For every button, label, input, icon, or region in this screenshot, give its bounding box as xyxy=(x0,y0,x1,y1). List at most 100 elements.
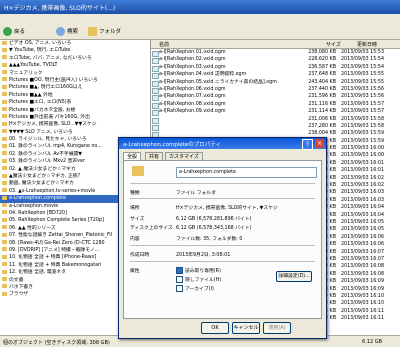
file-row[interactable]: 237,280 KB 2013/09/03 15:58 xyxy=(151,123,400,131)
folder-icon xyxy=(2,284,7,289)
tree-item[interactable]: ▲▲▲YouTube, TVDLT xyxy=(0,62,150,69)
file-name: a-l[RahXephon.04.vxid 説明抜粋.ogm xyxy=(159,72,247,78)
folder-icon xyxy=(2,173,7,178)
file-name: a-l[RahXephon.06.vxid.ogm xyxy=(159,86,226,92)
file-date: 2013/09/03 16:10 xyxy=(341,301,384,307)
tree-item[interactable]: ▼▼▼▼ SLO アニメ, いろいろ xyxy=(0,129,150,136)
file-date: 2013/09/03 16:10 xyxy=(341,293,384,299)
column-date[interactable]: 更新日時 xyxy=(357,41,377,48)
tree-item[interactable]: マニュアリック xyxy=(0,70,150,77)
file-date: 2013/09/03 16:04 xyxy=(341,212,384,218)
folder-icon xyxy=(2,84,7,89)
file-date: 2013/09/03 16:09 xyxy=(341,286,384,292)
readonly-checkbox[interactable]: 読み取り専用(R) xyxy=(176,267,221,274)
file-date: 2013/09/03 16:03 xyxy=(341,197,384,203)
divider xyxy=(130,245,315,246)
file-date: 2013/09/03 15:55 xyxy=(341,79,384,85)
tree-item[interactable]: エロTube, ババ, アニメ, なだいろいろ xyxy=(0,55,150,62)
file-date: 2013/09/03 16:02 xyxy=(341,183,384,189)
file-date: 2013/09/03 16:08 xyxy=(341,264,384,270)
tree-item[interactable]: Pictures ■エロ, エロ(N5)系 xyxy=(0,99,150,106)
file-date: 2013/09/03 15:56 xyxy=(341,86,384,92)
file-date: 2013/09/03 15:54 xyxy=(341,57,384,63)
location-label: 場所 xyxy=(130,206,140,211)
help-button[interactable]: ? xyxy=(302,139,313,150)
file-date: 2013/09/03 16:09 xyxy=(341,279,384,285)
file-size: 243,404 KB xyxy=(308,79,336,85)
column-name[interactable]: 名前 xyxy=(159,41,169,48)
advanced-button[interactable]: 詳細設定(D)... xyxy=(276,271,312,282)
file-date: 2013/09/03 16:11 xyxy=(341,308,384,314)
folder-icon xyxy=(2,277,7,281)
toolbar: 戻る 検索 フォルダ xyxy=(0,23,400,40)
file-date: 2013/09/03 15:54 xyxy=(341,64,384,70)
folder-icon xyxy=(2,232,7,237)
folder-icon xyxy=(2,143,7,148)
file-size: 237,440 KB xyxy=(308,86,336,92)
folder-icon xyxy=(2,92,7,97)
folder-icon xyxy=(2,70,7,75)
tree-item[interactable]: Pictures ■▲▲ 外地 xyxy=(0,92,150,99)
archive-checkbox[interactable]: アーカイブ(I) xyxy=(176,285,214,292)
folder-icon xyxy=(2,121,7,126)
file-date: 2013/09/03 16:05 xyxy=(341,227,384,233)
back-button[interactable]: 戻る xyxy=(3,26,25,36)
folder-icon xyxy=(2,77,7,82)
folder-icon xyxy=(2,40,7,45)
menu-bar xyxy=(0,14,400,23)
tree-item[interactable]: Pictures ■OO, 現行主(画/4入) いろいろ xyxy=(0,77,150,84)
size-value: 6.12 GB (6,578,281,896 バイト) xyxy=(176,217,252,222)
file-row[interactable]: 231,006 KB 2013/09/03 15:58 xyxy=(151,116,400,124)
tree-item[interactable]: Pictures ■外出前表 パキ160G, 外出 xyxy=(0,114,150,121)
apply-button[interactable]: 適用(A) xyxy=(263,322,291,334)
file-row[interactable]: a-l[RahXephon.08.vxid.ogm 231,116 KB 2013/… xyxy=(151,101,400,109)
file-name: a-l[RahXephon.09.vxid.ogm xyxy=(159,109,226,115)
folder-icon xyxy=(2,217,7,222)
file-name: a-l[RahXephon.05.vxid ニライカナイ森の結晶].ogm xyxy=(159,79,277,85)
file-row[interactable]: a-l[RahXephon.07.vxid.ogm 231,596 KB 2013/… xyxy=(151,93,400,102)
file-row[interactable]: a-l[RahXephon.05.vxid ニライカナイ森の結晶].ogm 243… xyxy=(151,79,400,87)
close-icon[interactable]: × xyxy=(315,139,324,148)
file-date: 2013/09/03 15:56 xyxy=(341,94,384,100)
size-label: サイズ xyxy=(130,217,145,222)
file-row[interactable]: a-l[RahXephon.02.vxid.ogm 228,620 KB 2013/… xyxy=(151,56,400,65)
file-size: 237,280 KB xyxy=(308,123,336,129)
folder-icon xyxy=(2,247,7,252)
dialog-title: a-Lrahxephon.completeのプロパティ xyxy=(123,142,221,148)
tree-item[interactable]: ビデオ OS, アニメ, いろいろ xyxy=(0,40,150,47)
tree-item[interactable]: ▼ YouTube, 現行, エロTube xyxy=(0,47,150,54)
disk-size-label: ディスク上のサイズ xyxy=(130,226,173,231)
file-date: 2013/09/03 16:06 xyxy=(341,234,384,240)
file-row[interactable]: a-l[RahXephon.03.vxid.ogm 236,587 KB 2013/… xyxy=(151,64,400,72)
file-row[interactable]: a-l[RahXephon.09.vxid.ogm 231,114 KB 2013/… xyxy=(151,108,400,117)
folder-icon xyxy=(2,291,7,296)
hidden-checkbox[interactable]: 隠しファイル(H) xyxy=(176,276,221,283)
file-size: 238,080 KB xyxy=(308,50,336,55)
file-date: 2013/09/03 16:06 xyxy=(341,242,384,248)
folders-button[interactable]: フォルダ xyxy=(88,26,121,36)
folder-icon xyxy=(2,180,7,185)
folder-icon xyxy=(2,151,7,156)
file-row[interactable]: a-l[RahXephon.04.vxid 説明抜粋.ogm 237,648 KB… xyxy=(151,71,400,80)
type-value: ファイル フォルダ xyxy=(176,191,216,196)
file-date: 2013/09/03 16:04 xyxy=(341,205,384,211)
folder-name-input[interactable]: a-Lrahxephon.complete xyxy=(176,167,317,178)
file-row[interactable]: a-l[RahXephon.01.vxid.ogm 238,080 KB 2013/… xyxy=(151,49,400,57)
tree-item[interactable]: Pictures ■バカネタ全般, お絵 xyxy=(0,107,150,114)
tree-item[interactable]: Pictures ■▲, 現行エロ160G以え xyxy=(0,84,150,91)
properties-dialog: a-Lrahxephon.completeのプロパティ ? × 全般 共有 カス… xyxy=(118,137,327,339)
window-titlebar: H×デジカメ, 携帯画像, SLO的サイト(...) xyxy=(0,0,400,14)
file-date: 2013/09/03 15:59 xyxy=(341,138,384,144)
file-name: a-l[RahXephon.02.vxid.ogm xyxy=(159,57,226,63)
divider xyxy=(130,183,315,184)
column-size[interactable]: サイズ xyxy=(326,41,341,48)
tree-item[interactable]: H×デジカメ, 携帯画像, SLO...▼▼スケジ xyxy=(0,121,150,128)
folder-icon xyxy=(2,99,7,104)
file-date: 2013/09/03 16:11 xyxy=(341,316,384,322)
search-button[interactable]: 検索 xyxy=(56,26,78,36)
ok-button[interactable]: OK xyxy=(201,322,229,334)
folder-icon xyxy=(2,225,7,230)
folder-icon xyxy=(2,195,7,200)
file-row[interactable]: a-l[RahXephon.06.vxid.ogm 237,440 KB 2013/… xyxy=(151,86,400,94)
cancel-button[interactable]: キャンセル xyxy=(232,322,260,334)
